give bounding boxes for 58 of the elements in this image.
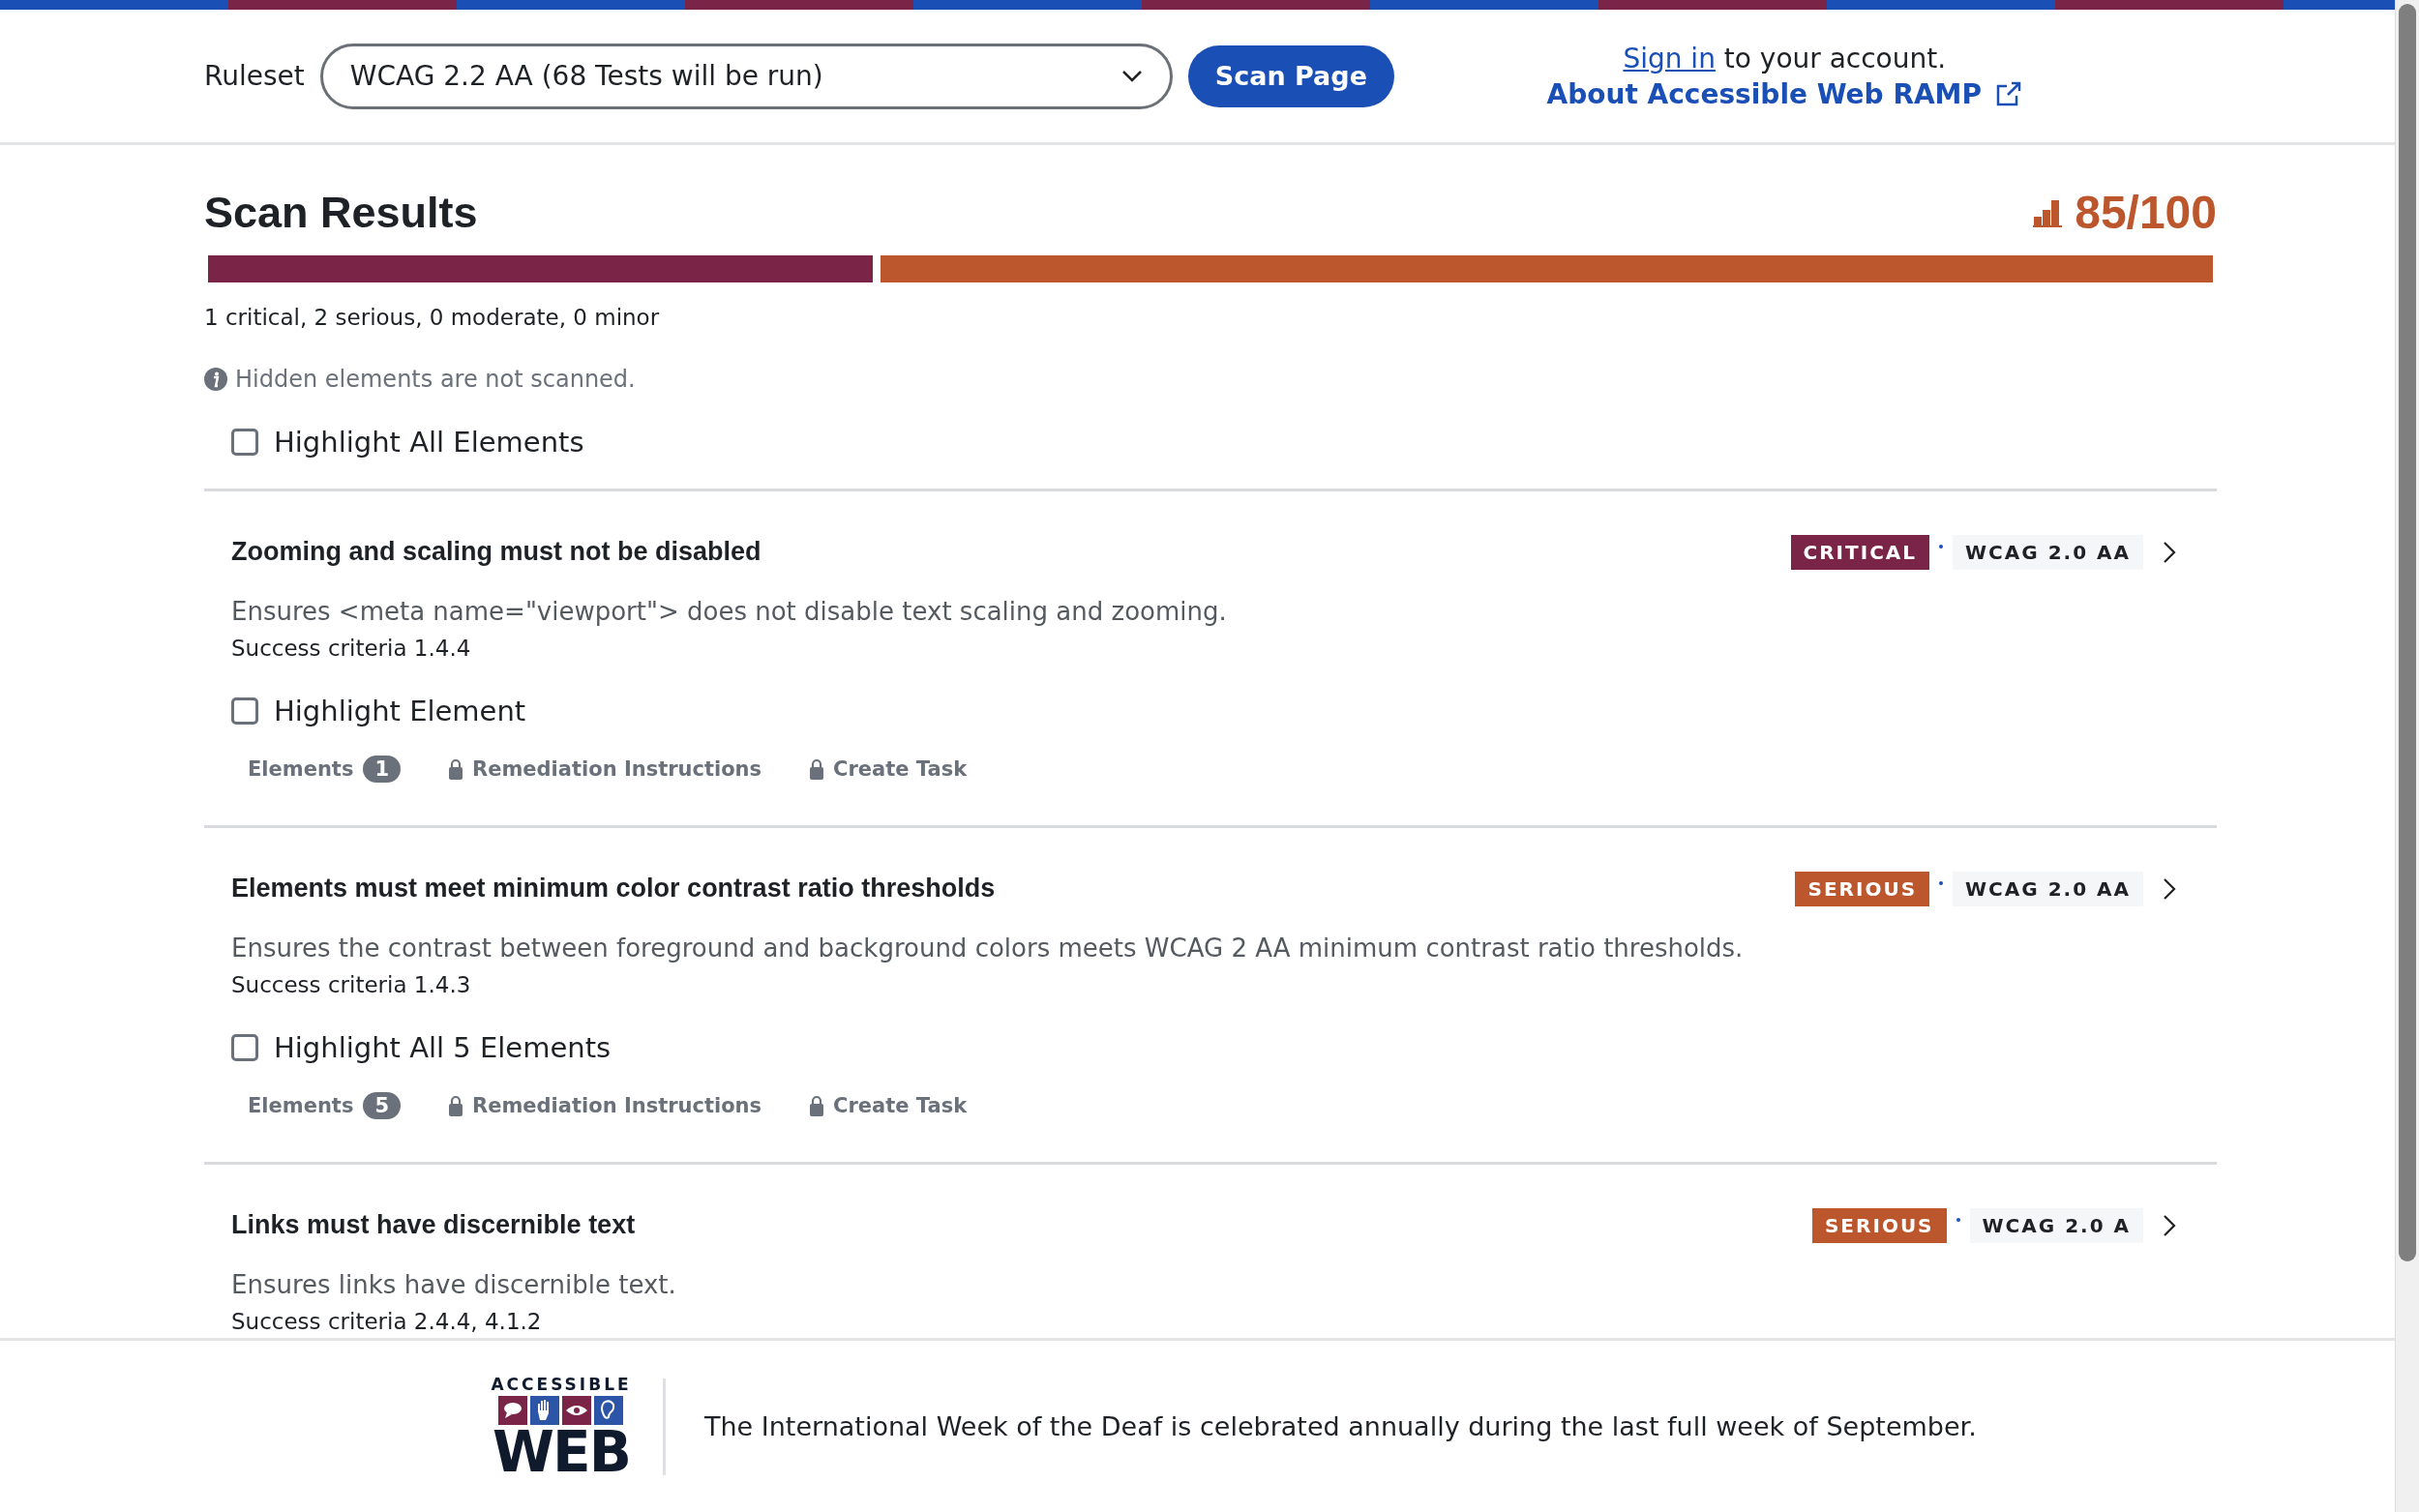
scrollbar-thumb[interactable]	[2399, 4, 2416, 1261]
create-task-tab[interactable]: Create Task	[810, 757, 968, 781]
wcag-level-tag: WCAG 2.0 AA	[1953, 871, 2143, 906]
highlight-all-label: Highlight All Elements	[274, 426, 584, 459]
sign-in-message: Sign in to your account.	[1623, 42, 1947, 74]
separator-dot	[1956, 1218, 1960, 1222]
chevron-right-icon[interactable]	[2163, 1213, 2176, 1237]
lock-icon	[449, 758, 463, 780]
severity-badge: SERIOUS	[1795, 871, 1930, 906]
chevron-right-icon[interactable]	[2163, 540, 2176, 564]
separator-dot	[1939, 545, 1944, 548]
highlight-element-label: Highlight All 5 Elements	[274, 1031, 612, 1064]
highlight-element-label: Highlight Element	[274, 695, 526, 727]
issue-title: Elements must meet minimum color contrast ratio thresholds	[231, 873, 997, 904]
success-criteria: Success criteria 2.4.4, 4.1.2	[231, 1308, 543, 1336]
issue-count-summary: 1 critical, 2 serious, 0 moderate, 0 minor	[204, 304, 661, 332]
ruleset-dropdown[interactable]: WCAG 2.2 AA (68 Tests will be run)	[319, 43, 1173, 109]
wcag-level-tag: WCAG 2.0 AA	[1953, 534, 2143, 570]
create-task-tab[interactable]: Create Task	[810, 1094, 968, 1117]
issue-description: Ensures the contrast between foreground and background colors meets WCAG 2 AA minimum contrast ratio thresholds.	[231, 933, 1745, 964]
elements-tab[interactable]: Elements 5	[248, 1092, 402, 1119]
hidden-elements-notice: Hidden elements are not scanned.	[235, 365, 636, 394]
issue-description: Ensures <meta name="viewport"> does not disable text scaling and zooming.	[231, 596, 1228, 628]
checkbox[interactable]	[231, 697, 258, 725]
ruleset-label: Ruleset	[204, 60, 305, 92]
scrollbar[interactable]	[2395, 0, 2419, 1512]
lock-icon	[810, 758, 824, 780]
logo-wordmark: ACCESSIBLE	[491, 1377, 632, 1393]
elements-tab[interactable]: Elements 1	[248, 756, 402, 783]
bar-chart-icon	[2032, 198, 2064, 227]
lock-icon	[449, 1095, 463, 1116]
scan-page-button[interactable]: Scan Page	[1187, 44, 1394, 107]
issue-description: Ensures links have discernible text.	[231, 1269, 677, 1301]
score-value: 85/100	[2075, 187, 2217, 239]
footer-message: The International Week of the Deaf is celebrated annually during the last full week of September.	[704, 1411, 1977, 1441]
wcag-level-tag: WCAG 2.0 A	[1969, 1207, 2143, 1243]
chevron-down-icon	[1120, 69, 1143, 83]
checkbox[interactable]	[231, 1034, 258, 1061]
info-icon	[204, 368, 227, 391]
remediation-instructions-tab[interactable]: Remediation Instructions	[449, 1094, 762, 1117]
checkbox[interactable]	[231, 429, 258, 456]
element-count-badge: 1	[363, 756, 402, 783]
sign-in-link[interactable]: Sign in	[1623, 42, 1716, 74]
separator-dot	[1939, 881, 1944, 885]
issue-title: Links must have discernible text	[231, 1209, 637, 1241]
external-link-icon	[1995, 80, 2022, 107]
severity-badge: SERIOUS	[1811, 1207, 1947, 1243]
chevron-right-icon[interactable]	[2163, 876, 2176, 901]
success-criteria: Success criteria 1.4.4	[231, 635, 472, 663]
lock-icon	[810, 1095, 824, 1116]
severity-badge: CRITICAL	[1790, 534, 1930, 570]
success-criteria: Success criteria 1.4.3	[231, 971, 472, 999]
about-link[interactable]: About Accessible Web RAMP	[1546, 77, 1982, 110]
logo-wordmark: WEB	[493, 1428, 630, 1476]
issue-title: Zooming and scaling must not be disabled	[231, 536, 762, 568]
element-count-badge: 5	[363, 1092, 402, 1119]
scan-results-heading: Scan Results	[204, 187, 478, 239]
remediation-instructions-tab[interactable]: Remediation Instructions	[449, 757, 762, 781]
